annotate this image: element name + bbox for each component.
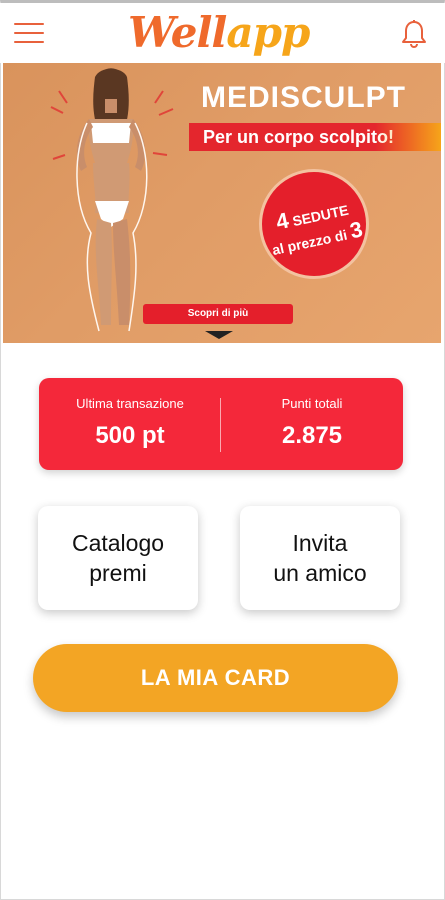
bell-icon[interactable] xyxy=(401,19,427,49)
total-points: Punti totali 2.875 xyxy=(221,378,403,470)
invite-friend-tile-label: Invita un amico xyxy=(273,530,367,586)
my-card-button[interactable]: LA MIA CARD xyxy=(33,644,398,712)
app-header: Wellapp xyxy=(0,3,445,63)
total-points-label: Punti totali xyxy=(281,396,343,411)
promo-badge: 4 SEDUTE al prezzo di 3 xyxy=(248,158,380,290)
banner-subtitle-gradient xyxy=(375,123,441,151)
total-points-value: 2.875 xyxy=(281,422,343,449)
promo-banner[interactable]: MEDISCULPT Per un corpo scolpito! 4 SEDU… xyxy=(3,63,441,343)
banner-scroll-indicator xyxy=(205,331,233,339)
banner-title: MEDISCULPT xyxy=(201,81,406,114)
promo-number-2: 3 xyxy=(347,216,365,244)
logo-word-well: Well xyxy=(128,8,227,57)
points-card: Ultima transazione 500 pt Punti totali 2… xyxy=(39,378,403,470)
last-transaction: Ultima transazione 500 pt xyxy=(39,378,221,470)
logo-word-app: app xyxy=(226,8,310,57)
last-transaction-label: Ultima transazione xyxy=(76,396,184,411)
banner-cta-button[interactable]: Scopri di più xyxy=(143,304,293,324)
catalog-tile-button[interactable]: Catalogo premi xyxy=(38,506,198,610)
hamburger-menu-icon[interactable] xyxy=(14,23,44,45)
wellapp-logo: Wellapp xyxy=(128,7,310,59)
invite-friend-tile-button[interactable]: Invita un amico xyxy=(240,506,400,610)
woman-figure-image xyxy=(50,68,174,332)
last-transaction-value: 500 pt xyxy=(95,422,165,449)
catalog-tile-label: Catalogo premi xyxy=(71,530,165,586)
